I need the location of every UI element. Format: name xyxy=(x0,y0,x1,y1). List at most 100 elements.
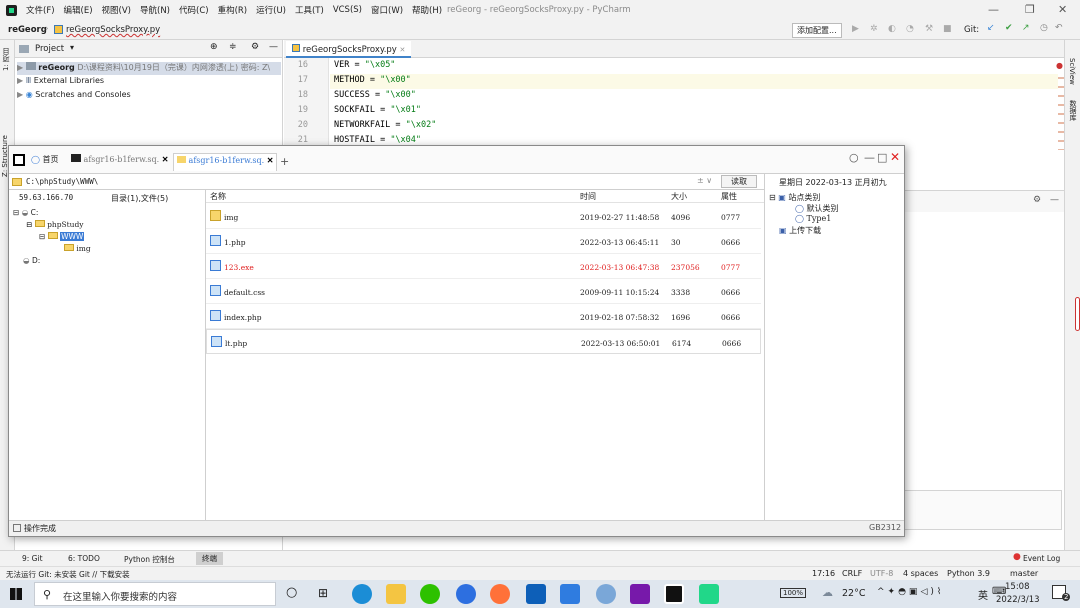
column-name[interactable]: 名称 xyxy=(210,191,226,202)
indent-setting[interactable]: 4 spaces xyxy=(903,569,938,578)
menu-navigate[interactable]: 导航(N) xyxy=(140,4,170,16)
tree-node-img[interactable]: img xyxy=(64,244,91,253)
error-indicator-icon[interactable]: ● xyxy=(1056,61,1063,70)
file-row[interactable]: 123.exe 2022-03-13 06:47:38 237056 0777 xyxy=(206,254,761,279)
menu-window[interactable]: 窗口(W) xyxy=(371,4,403,16)
file-row[interactable]: lt.php 2022-03-13 06:50:01 6174 0666 xyxy=(206,329,761,354)
code-line[interactable]: 18 SUCCESS = "\x00" xyxy=(284,90,1064,105)
clock-time[interactable]: 15:08 xyxy=(1005,582,1030,592)
column-size[interactable]: 大小 xyxy=(671,191,687,202)
tree-node-www[interactable]: ⊟ WWW xyxy=(39,232,85,241)
onenote-icon[interactable] xyxy=(630,584,650,604)
maximize-icon[interactable]: □ xyxy=(877,151,887,164)
file-row[interactable]: 1.php 2022-03-13 06:45:11 30 0666 xyxy=(206,229,761,254)
collapse-icon[interactable]: ≑ xyxy=(229,42,237,52)
pycharm-icon[interactable] xyxy=(699,584,719,604)
add-configuration-button[interactable]: 添加配置... xyxy=(792,23,842,38)
tab-shell-terminal[interactable]: afsgr16-b1ferw.sq. ✕ xyxy=(71,154,168,172)
scrollbar-thumb[interactable] xyxy=(1075,297,1080,331)
tool-tab-python-console[interactable]: Python 控制台 xyxy=(124,554,175,565)
debug-icon[interactable]: ✲ xyxy=(870,24,878,34)
expand-icon[interactable]: ▶ xyxy=(17,90,23,99)
expand-icon[interactable]: ▶ xyxy=(17,76,23,85)
windows-start-icon[interactable] xyxy=(10,588,22,600)
database-tool-tab[interactable]: 数据库 xyxy=(1068,100,1078,121)
hide-icon[interactable]: — xyxy=(269,42,278,52)
wechat-icon[interactable] xyxy=(420,584,440,604)
editor-tab-active[interactable]: reGeorgSocksProxy.py ✕ xyxy=(286,41,412,58)
encoding-label[interactable]: GB2312 xyxy=(869,523,901,532)
collapse-icon[interactable]: ⊟ xyxy=(26,220,32,229)
sciview-tool-tab[interactable]: SciView xyxy=(1068,58,1076,85)
cursor-position[interactable]: 17:16 xyxy=(812,569,835,578)
code-line[interactable]: 16 VER = "\x05" xyxy=(284,60,1064,75)
tree-node-c[interactable]: ⊟ ◒ C: xyxy=(13,208,38,217)
rollback-icon[interactable]: ↶ xyxy=(1055,23,1063,33)
git-branch[interactable]: master xyxy=(1010,569,1038,578)
code-line[interactable]: 17 METHOD = "\x00" xyxy=(284,75,1064,90)
menu-edit[interactable]: 编辑(E) xyxy=(64,4,93,16)
chevron-down-icon[interactable]: ▾ xyxy=(70,43,74,52)
dropdown-icon[interactable]: ± ∨ xyxy=(697,176,712,185)
xmind-icon[interactable] xyxy=(560,584,580,604)
interpreter[interactable]: Python 3.9 xyxy=(947,569,990,578)
menu-run[interactable]: 运行(U) xyxy=(256,4,286,16)
add-tab-icon[interactable]: + xyxy=(280,155,289,168)
menu-refactor[interactable]: 重构(R) xyxy=(218,4,248,16)
git-push-icon[interactable]: ↗ xyxy=(1022,23,1030,33)
path-input[interactable]: C:\phpStudy\WWW\ xyxy=(26,177,98,186)
file-row[interactable]: img 2019-02-27 11:48:58 4096 0777 xyxy=(206,204,761,229)
column-time[interactable]: 时间 xyxy=(580,191,596,202)
history-icon[interactable]: ◷ xyxy=(1040,23,1048,33)
maximize-icon[interactable]: ❐ xyxy=(1025,3,1035,16)
menu-view[interactable]: 视图(V) xyxy=(102,4,131,16)
category-root[interactable]: ⊟ ▣ 站点类别 xyxy=(769,192,820,203)
weather-temp[interactable]: 22°C xyxy=(842,588,865,599)
profile-icon[interactable]: ◔ xyxy=(906,24,914,34)
tool-tab-git[interactable]: 9: Git xyxy=(22,554,43,563)
menu-code[interactable]: 代码(C) xyxy=(179,4,209,16)
clock-date[interactable]: 2022/3/13 xyxy=(996,595,1040,605)
task-view-icon[interactable]: ⊞ xyxy=(318,586,328,600)
file-row[interactable]: index.php 2019-02-18 07:58:32 1696 0666 xyxy=(206,304,761,329)
file-encoding[interactable]: UTF-8 xyxy=(870,569,893,578)
upload-download[interactable]: ▣ 上传下载 xyxy=(779,225,821,236)
restore-icon[interactable]: ○ xyxy=(849,151,859,164)
event-log-button[interactable]: Event Log xyxy=(1023,554,1060,563)
firefox-icon[interactable] xyxy=(490,584,510,604)
file-row[interactable]: default.css 2009-09-11 10:15:24 3338 0666 xyxy=(206,279,761,304)
tool-tab-todo[interactable]: 6: TODO xyxy=(68,554,100,563)
close-tab-icon[interactable]: ✕ xyxy=(162,154,169,164)
expand-icon[interactable]: ▶ xyxy=(17,63,23,72)
tool-tab-terminal[interactable]: 终端 xyxy=(196,552,223,565)
minimize-icon[interactable]: — xyxy=(864,151,875,164)
collapse-icon[interactable]: ⊟ xyxy=(769,193,776,202)
build-icon[interactable]: ⚒ xyxy=(925,24,933,34)
git-update-icon[interactable]: ↙ xyxy=(987,23,995,33)
tree-item-regeorg[interactable]: ▶ reGeorg D:\课程资料\10月19日（完课）内网渗透(上) 密码: … xyxy=(17,62,281,75)
tree-item-scratches[interactable]: ▶ ◉ Scratches and Consoles xyxy=(17,90,131,99)
code-line[interactable]: 19 SOCKFAIL = "\x01" xyxy=(284,105,1064,120)
category-default[interactable]: ◯ 默认类别 xyxy=(795,203,839,214)
browser-icon[interactable] xyxy=(596,584,616,604)
run-icon[interactable]: ▶ xyxy=(852,24,859,34)
shell-manager-icon[interactable] xyxy=(664,584,684,604)
close-tab-icon[interactable]: ✕ xyxy=(267,155,274,165)
line-separator[interactable]: CRLF xyxy=(842,569,862,578)
battery-indicator[interactable]: 100% xyxy=(780,588,807,598)
tree-node-phpstudy[interactable]: ⊟ phpStudy xyxy=(26,220,84,229)
tab-home[interactable]: ◯ 首页 xyxy=(31,154,59,172)
category-type1[interactable]: ◯ Type1 xyxy=(795,214,831,223)
stop-icon[interactable]: ■ xyxy=(943,24,952,34)
gear-icon[interactable]: ⚙ xyxy=(1033,195,1041,205)
collapse-icon[interactable]: ⊟ xyxy=(39,232,45,241)
git-commit-icon[interactable]: ✔ xyxy=(1005,23,1013,33)
weather-icon[interactable]: ☁ xyxy=(822,586,833,599)
close-tab-icon[interactable]: ✕ xyxy=(400,46,406,54)
taskbar-search-box[interactable]: ⚲ 在这里输入你要搜索的内容 xyxy=(34,582,276,606)
mail-icon[interactable] xyxy=(526,584,546,604)
tree-item-external-libraries[interactable]: ▶ Ⅲ External Libraries xyxy=(17,76,104,85)
breadcrumb-project[interactable]: reGeorg xyxy=(8,25,47,35)
menu-vcs[interactable]: VCS(S) xyxy=(333,5,362,15)
file-explorer-icon[interactable] xyxy=(386,584,406,604)
